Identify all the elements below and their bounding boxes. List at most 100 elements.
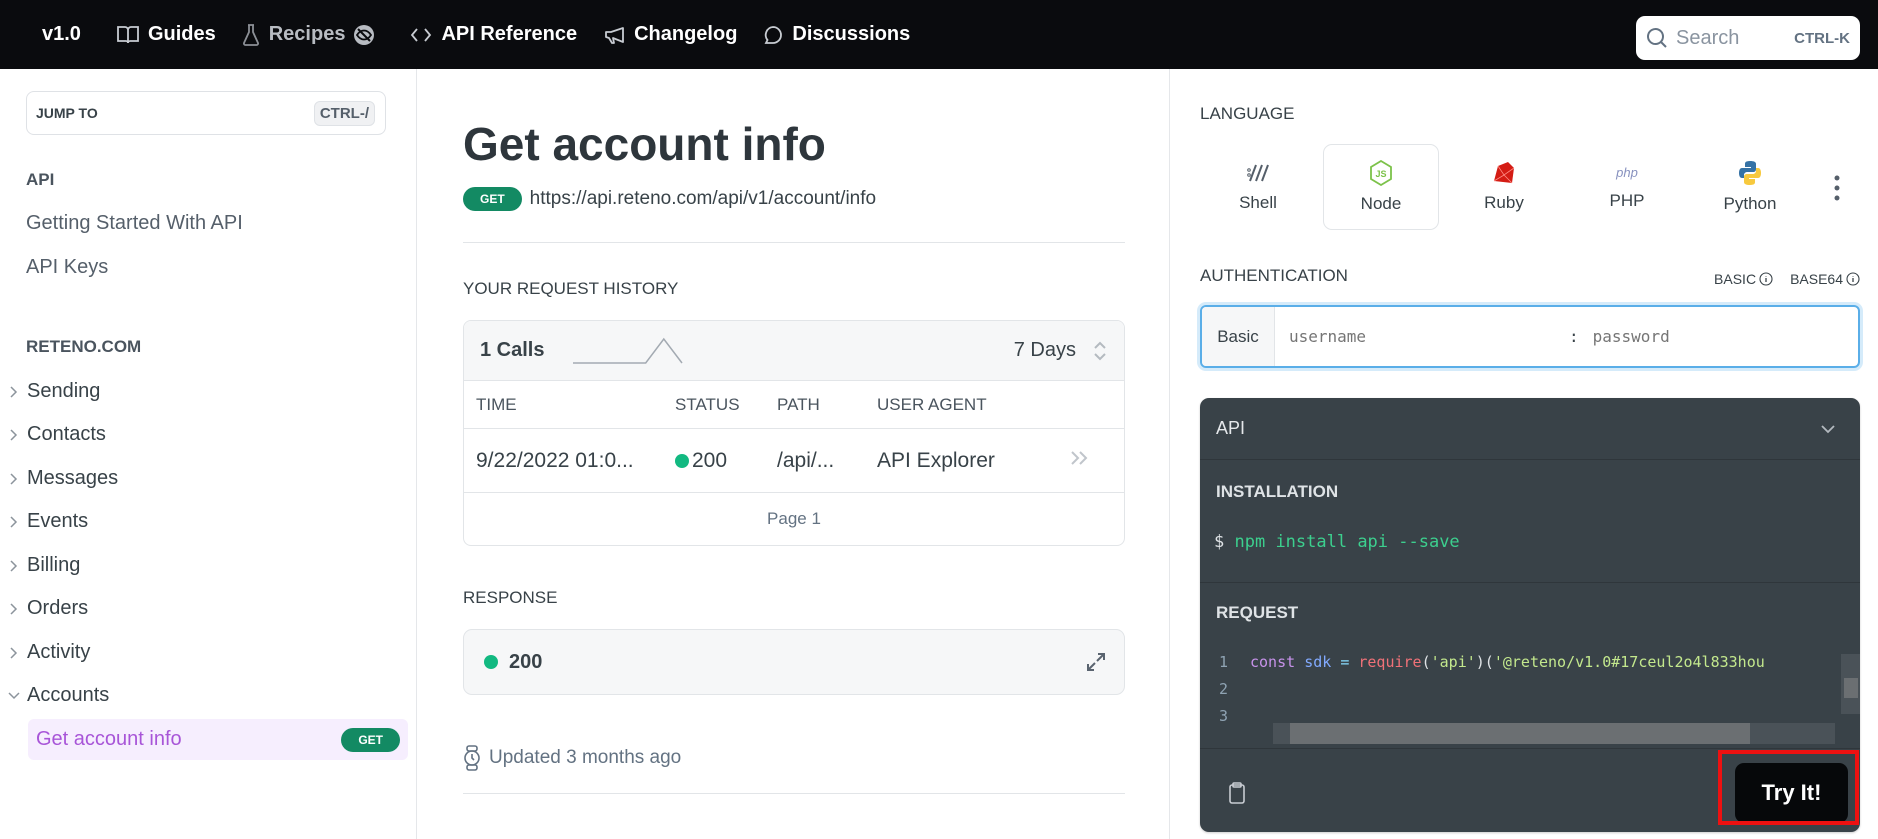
nav-changelog[interactable]: Changelog <box>603 23 737 46</box>
nav-guides[interactable]: Guides <box>117 23 216 46</box>
sidebar-item-get-account-info[interactable]: Get account info GET <box>28 719 408 760</box>
nav-discussions[interactable]: Discussions <box>763 23 910 46</box>
info-icon <box>1846 272 1860 286</box>
auth-option-label: BASIC <box>1714 271 1757 287</box>
search-placeholder: Search <box>1676 26 1740 49</box>
language-python[interactable]: Python <box>1692 144 1808 230</box>
try-it-button[interactable]: Try It! <box>1735 763 1848 823</box>
sidebar-item-getting-started[interactable]: Getting Started With API <box>26 212 243 235</box>
sidebar-category-messages[interactable]: Messages <box>8 467 118 490</box>
sidebar-category-label: Messages <box>27 467 119 489</box>
book-icon <box>117 25 139 43</box>
nav-api-reference[interactable]: API Reference <box>410 23 577 46</box>
auth-option-basic[interactable]: BASIC <box>1714 271 1773 287</box>
install-prompt: $ <box>1214 532 1225 552</box>
more-languages-icon[interactable] <box>1832 174 1842 202</box>
chat-bubble-icon <box>764 25 783 44</box>
sidebar: JUMP TO CTRL-/ API Getting Started With … <box>0 69 417 839</box>
auth-option-base64[interactable]: BASE64 <box>1790 271 1860 287</box>
chevron-down-icon <box>1821 424 1835 433</box>
code-panel-footer: Try It! <box>1200 748 1860 832</box>
jump-to-label: JUMP TO <box>36 105 98 121</box>
password-input[interactable] <box>1592 327 1843 346</box>
language-shell[interactable]: Shell <box>1200 144 1316 230</box>
jump-to-button[interactable]: JUMP TO CTRL-/ <box>26 91 386 135</box>
shell-icon <box>1247 164 1269 182</box>
python-icon <box>1739 161 1761 185</box>
search-shortcut: CTRL-K <box>1794 29 1850 47</box>
sidebar-category-events[interactable]: Events <box>8 510 88 533</box>
calls-count: 1 Calls <box>480 339 545 361</box>
updated-info: Updated 3 months ago <box>463 745 681 771</box>
code-vertical-scrollbar[interactable] <box>1841 654 1860 714</box>
scrollbar-thumb[interactable] <box>1844 678 1858 698</box>
expand-icon[interactable] <box>1084 650 1108 674</box>
svg-text:JS: JS <box>1375 169 1386 179</box>
code-line: 2 <box>1200 675 1840 702</box>
sidebar-category-label: Sending <box>27 380 101 402</box>
version-selector[interactable]: v1.0 <box>42 23 81 46</box>
endpoint-url: https://api.reteno.com/api/v1/account/in… <box>529 188 877 209</box>
sidebar-category-label: Accounts <box>27 684 110 706</box>
nav-guides-label: Guides <box>147 23 216 45</box>
code-icon <box>411 27 432 42</box>
line-number: 2 <box>1218 679 1228 698</box>
scrollbar-thumb[interactable] <box>1290 723 1750 744</box>
sidebar-category-accounts[interactable]: Accounts <box>8 684 109 707</box>
chevron-down-icon <box>8 691 20 699</box>
code-string: 'api' <box>1430 652 1476 671</box>
sidebar-category-billing[interactable]: Billing <box>8 554 80 577</box>
code-line: 1 const sdk = require('api')('@reteno/v1… <box>1200 648 1840 675</box>
clipboard-icon[interactable] <box>1228 781 1246 805</box>
ruby-icon <box>1493 162 1515 184</box>
range-select-icon[interactable] <box>1092 338 1108 364</box>
row-time: 9/22/2022 01:0... <box>476 448 634 472</box>
sidebar-category-contacts[interactable]: Contacts <box>8 423 106 446</box>
language-ruby[interactable]: Ruby <box>1446 144 1562 230</box>
column-path: PATH <box>777 394 820 414</box>
table-row[interactable]: 9/22/2022 01:0... 200 /api/... API Explo… <box>464 429 1124 493</box>
flask-icon <box>242 23 259 46</box>
pagination: Page 1 <box>767 509 821 528</box>
username-input[interactable] <box>1289 327 1569 346</box>
row-open-icon[interactable] <box>1069 449 1091 473</box>
calls-sparkline <box>573 337 684 364</box>
sidebar-category-label: Activity <box>27 641 91 663</box>
chevron-right-icon <box>10 559 18 572</box>
history-columns: TIME STATUS PATH USER AGENT <box>464 381 1124 429</box>
language-label: Shell <box>1239 193 1277 212</box>
sparkline-path <box>573 337 684 364</box>
endpoint-row: GET https://api.reteno.com/api/v1/accoun… <box>463 187 876 211</box>
language-node[interactable]: JS Node <box>1323 144 1439 230</box>
authentication-heading: AUTHENTICATION <box>1200 266 1348 285</box>
sidebar-category-orders[interactable]: Orders <box>8 597 88 620</box>
chevron-right-icon <box>10 385 18 398</box>
install-command: $ npm install api --save <box>1214 532 1860 552</box>
nav-recipes[interactable]: Recipes <box>242 23 385 46</box>
auth-option-label: BASE64 <box>1790 271 1843 287</box>
code-panel-header[interactable]: API <box>1200 398 1860 460</box>
auth-scheme-label: Basic <box>1202 307 1275 366</box>
info-icon <box>1759 272 1773 286</box>
request-history-table: 1 Calls 7 Days TIME STATUS PATH USER AGE… <box>463 320 1125 546</box>
column-user-agent: USER AGENT <box>877 394 987 414</box>
page-title: Get account info <box>463 118 826 170</box>
row-status: 200 <box>675 449 727 473</box>
history-summary: 1 Calls 7 Days <box>464 321 1124 381</box>
code-punct: ( <box>1421 652 1431 671</box>
hidden-icon <box>354 24 375 45</box>
language-label: PHP <box>1609 191 1645 210</box>
sidebar-active-label: Get account info <box>36 728 182 750</box>
sidebar-category-sending[interactable]: Sending <box>8 380 100 403</box>
column-status: STATUS <box>675 394 740 414</box>
updated-text: Updated 3 months ago <box>489 747 682 768</box>
code-panel-title: API <box>1216 418 1246 438</box>
sidebar-category-activity[interactable]: Activity <box>8 641 90 664</box>
response-box[interactable]: 200 <box>463 629 1125 695</box>
main-nav: v1.0 Guides Recipes API Reference Change… <box>0 0 936 69</box>
response-heading: RESPONSE <box>463 588 558 607</box>
search-box[interactable]: Search CTRL-K <box>1636 16 1860 60</box>
sidebar-item-api-keys[interactable]: API Keys <box>26 256 108 279</box>
code-horizontal-scrollbar[interactable] <box>1273 723 1835 744</box>
language-php[interactable]: php PHP <box>1569 144 1685 230</box>
